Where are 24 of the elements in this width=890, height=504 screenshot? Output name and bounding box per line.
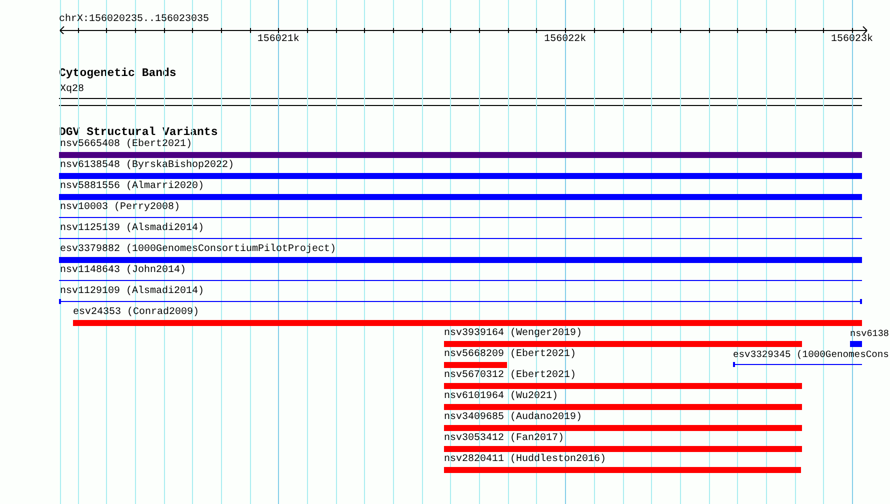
track-title: Cytogenetic Bands xyxy=(59,68,176,80)
feature-label: esv3329345 (1000GenomesCons xyxy=(733,349,889,361)
feature-label: nsv5668209 (Ebert2021) xyxy=(444,349,576,361)
feature-label: nsv2820411 (Huddleston2016) xyxy=(444,454,606,466)
feature-label: nsv3053412 (Fan2017) xyxy=(444,433,564,445)
tick-label: 156022k xyxy=(544,34,586,46)
feature-label: nsv5665408 (Ebert2021) xyxy=(60,139,192,151)
feature-label: esv3379882 (1000GenomesConsortiumPilotProject) xyxy=(60,244,336,256)
feature-label: nsv3939164 (Wenger2019) xyxy=(444,328,582,340)
feature-label: nsv1129109 (Alsmadi2014) xyxy=(60,286,204,298)
feature-label: nsv3409685 (Audano2019) xyxy=(444,412,582,424)
feature-label: nsv6138 xyxy=(850,328,889,340)
feature-label: nsv5670312 (Ebert2021) xyxy=(444,370,576,382)
feature-label: nsv5881556 (Almarri2020) xyxy=(60,181,204,193)
tick-label: 156021k xyxy=(257,34,300,46)
feature-label: nsv10003 (Perry2008) xyxy=(60,202,180,214)
tick-label: 156023k xyxy=(830,34,873,46)
feature-label: nsv6138548 (ByrskaBishop2022) xyxy=(60,160,234,172)
band-label: Xq28 xyxy=(60,84,84,96)
feature-label: esv24353 (Conrad2009) xyxy=(73,307,200,319)
feature-label: nsv6101964 (Wu2021) xyxy=(444,391,558,403)
location-label: chrX:156020235..156023035 xyxy=(59,14,210,26)
feature-label: nsv1125139 (Alsmadi2014) xyxy=(60,223,204,235)
feature-label: nsv1148643 (John2014) xyxy=(60,265,186,277)
